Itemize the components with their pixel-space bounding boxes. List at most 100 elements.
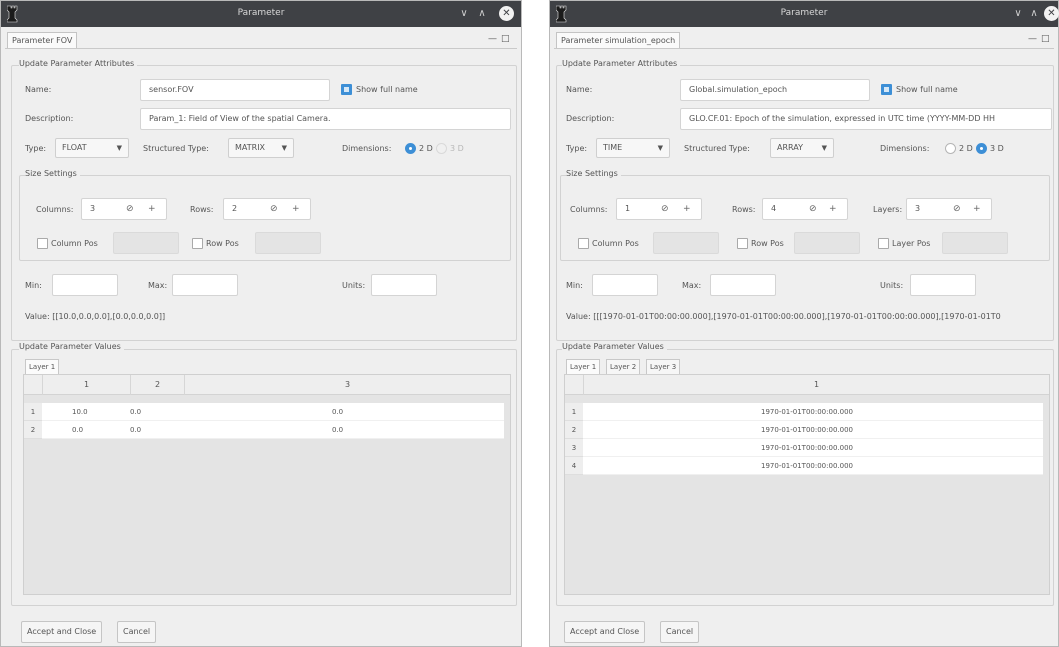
description-field[interactable]: Param_1: Field of View of the spatial Ca… bbox=[140, 108, 511, 130]
tab-layer-1[interactable]: Layer 1 bbox=[25, 359, 60, 374]
chevron-down-icon[interactable]: ∨ bbox=[456, 6, 472, 22]
rows-spinbox[interactable]: 4 ⊘ + bbox=[762, 198, 848, 220]
row-header[interactable]: 3 bbox=[565, 439, 583, 457]
table-row[interactable]: 1970-01-01T00:00:00.000 bbox=[583, 403, 1043, 421]
dock-buttons[interactable]: —□ bbox=[488, 34, 514, 44]
max-field[interactable] bbox=[710, 274, 776, 296]
row-header[interactable]: 1 bbox=[565, 403, 583, 421]
units-field[interactable] bbox=[371, 274, 437, 296]
table-cell[interactable]: 1970-01-01T00:00:00.000 bbox=[761, 403, 853, 421]
table-cell[interactable]: 0.0 bbox=[332, 403, 343, 421]
name-field[interactable]: Global.simulation_epoch bbox=[680, 79, 870, 101]
rows-spinbox[interactable]: 2 ⊘ + bbox=[223, 198, 311, 220]
row-header[interactable]: 2 bbox=[565, 421, 583, 439]
column-header[interactable]: 1 bbox=[583, 375, 1049, 395]
name-label: Name: bbox=[566, 85, 593, 94]
show-full-name-label: Show full name bbox=[896, 85, 958, 94]
dimension-2d-radio[interactable] bbox=[405, 143, 416, 154]
show-full-name-checkbox[interactable] bbox=[881, 84, 892, 95]
row-header[interactable]: 4 bbox=[565, 457, 583, 475]
table-row[interactable]: 0.0 0.0 0.0 bbox=[42, 421, 504, 439]
table-cell[interactable]: 10.0 bbox=[72, 403, 88, 421]
column-header[interactable]: 2 bbox=[130, 375, 184, 395]
dimension-2d-radio[interactable] bbox=[945, 143, 956, 154]
table-cell[interactable]: 1970-01-01T00:00:00.000 bbox=[761, 439, 853, 457]
values-table: 1 1 1970-01-01T00:00:00.000 2 1970-01-01… bbox=[564, 374, 1050, 595]
row-pos-checkbox[interactable] bbox=[192, 238, 203, 249]
columns-spinbox[interactable]: 1 ⊘ + bbox=[616, 198, 702, 220]
plus-icon[interactable]: + bbox=[148, 199, 156, 219]
close-icon[interactable]: ✕ bbox=[1044, 6, 1059, 21]
values-group-title: Update Parameter Values bbox=[19, 342, 124, 351]
rows-value: 4 bbox=[771, 204, 777, 213]
structured-type-select[interactable]: MATRIX ▼ bbox=[228, 138, 294, 158]
dimensions-label: Dimensions: bbox=[342, 144, 392, 153]
plus-icon[interactable]: + bbox=[292, 199, 300, 219]
dropdown-arrow-icon: ▼ bbox=[116, 144, 122, 152]
table-cell[interactable]: 0.0 bbox=[332, 421, 343, 439]
dimension-3d-radio[interactable] bbox=[436, 143, 447, 154]
row-header[interactable]: 1 bbox=[24, 403, 42, 421]
chevron-down-icon[interactable]: ∨ bbox=[1010, 6, 1026, 22]
dimension-3d-radio[interactable] bbox=[976, 143, 987, 154]
table-row[interactable]: 1970-01-01T00:00:00.000 bbox=[583, 421, 1043, 439]
plus-icon[interactable]: + bbox=[829, 199, 837, 219]
layer-tabs: Layer 1 bbox=[25, 359, 513, 374]
min-field[interactable] bbox=[592, 274, 658, 296]
title-bar[interactable]: Parameter ∨ ∧ ✕ bbox=[550, 1, 1059, 27]
table-cell[interactable]: 0.0 bbox=[130, 421, 141, 439]
show-full-name-checkbox[interactable] bbox=[341, 84, 352, 95]
row-header[interactable]: 2 bbox=[24, 421, 42, 439]
column-pos-checkbox[interactable] bbox=[37, 238, 48, 249]
reset-icon[interactable]: ⊘ bbox=[126, 199, 134, 219]
reset-icon[interactable]: ⊘ bbox=[270, 199, 278, 219]
tab-layer-2[interactable]: Layer 2 bbox=[606, 359, 641, 374]
close-icon[interactable]: ✕ bbox=[499, 6, 514, 21]
table-cell[interactable]: 1970-01-01T00:00:00.000 bbox=[761, 457, 853, 475]
chevron-up-icon[interactable]: ∧ bbox=[474, 6, 490, 22]
name-field[interactable]: sensor.FOV bbox=[140, 79, 330, 101]
layer-pos-checkbox[interactable] bbox=[878, 238, 889, 249]
structured-type-select[interactable]: ARRAY ▼ bbox=[770, 138, 834, 158]
type-select[interactable]: FLOAT ▼ bbox=[55, 138, 129, 158]
row-pos-checkbox[interactable] bbox=[737, 238, 748, 249]
cancel-button[interactable]: Cancel bbox=[660, 621, 700, 643]
tab-layer-1[interactable]: Layer 1 bbox=[566, 359, 601, 374]
parameter-window-left: Parameter ∨ ∧ ✕ Parameter FOV —□ Update … bbox=[0, 0, 522, 647]
table-row[interactable]: 10.0 0.0 0.0 bbox=[42, 403, 504, 421]
columns-spinbox[interactable]: 3 ⊘ + bbox=[81, 198, 167, 220]
plus-icon[interactable]: + bbox=[973, 199, 981, 219]
tab-layer-3[interactable]: Layer 3 bbox=[646, 359, 681, 374]
min-field[interactable] bbox=[52, 274, 118, 296]
plus-icon[interactable]: + bbox=[683, 199, 691, 219]
chevron-up-icon[interactable]: ∧ bbox=[1026, 6, 1042, 22]
layers-value: 3 bbox=[915, 204, 921, 213]
columns-value: 3 bbox=[90, 204, 96, 213]
description-field[interactable]: GLO.CF.01: Epoch of the simulation, expr… bbox=[680, 108, 1052, 130]
column-header[interactable]: 1 bbox=[42, 375, 130, 395]
layers-spinbox[interactable]: 3 ⊘ + bbox=[906, 198, 992, 220]
units-field[interactable] bbox=[910, 274, 976, 296]
document-tab[interactable]: Parameter simulation_epoch bbox=[556, 32, 681, 49]
table-row[interactable]: 1970-01-01T00:00:00.000 bbox=[583, 457, 1043, 475]
type-select-value: TIME bbox=[603, 143, 623, 152]
reset-icon[interactable]: ⊘ bbox=[809, 199, 817, 219]
dock-buttons[interactable]: —□ bbox=[1028, 34, 1054, 44]
column-pos-checkbox[interactable] bbox=[578, 238, 589, 249]
table-cell[interactable]: 0.0 bbox=[130, 403, 141, 421]
cancel-button[interactable]: Cancel bbox=[117, 621, 157, 643]
title-bar[interactable]: Parameter ∨ ∧ ✕ bbox=[1, 1, 521, 27]
accept-and-close-button[interactable]: Accept and Close bbox=[564, 621, 646, 643]
column-header[interactable]: 3 bbox=[184, 375, 510, 395]
reset-icon[interactable]: ⊘ bbox=[953, 199, 961, 219]
reset-icon[interactable]: ⊘ bbox=[661, 199, 669, 219]
table-row[interactable]: 1970-01-01T00:00:00.000 bbox=[583, 439, 1043, 457]
table-cell[interactable]: 1970-01-01T00:00:00.000 bbox=[761, 421, 853, 439]
document-tab[interactable]: Parameter FOV bbox=[7, 32, 78, 49]
units-label: Units: bbox=[880, 281, 904, 290]
accept-and-close-button[interactable]: Accept and Close bbox=[21, 621, 103, 643]
columns-label: Columns: bbox=[570, 205, 608, 214]
type-select[interactable]: TIME ▼ bbox=[596, 138, 670, 158]
table-cell[interactable]: 0.0 bbox=[72, 421, 83, 439]
max-field[interactable] bbox=[172, 274, 238, 296]
